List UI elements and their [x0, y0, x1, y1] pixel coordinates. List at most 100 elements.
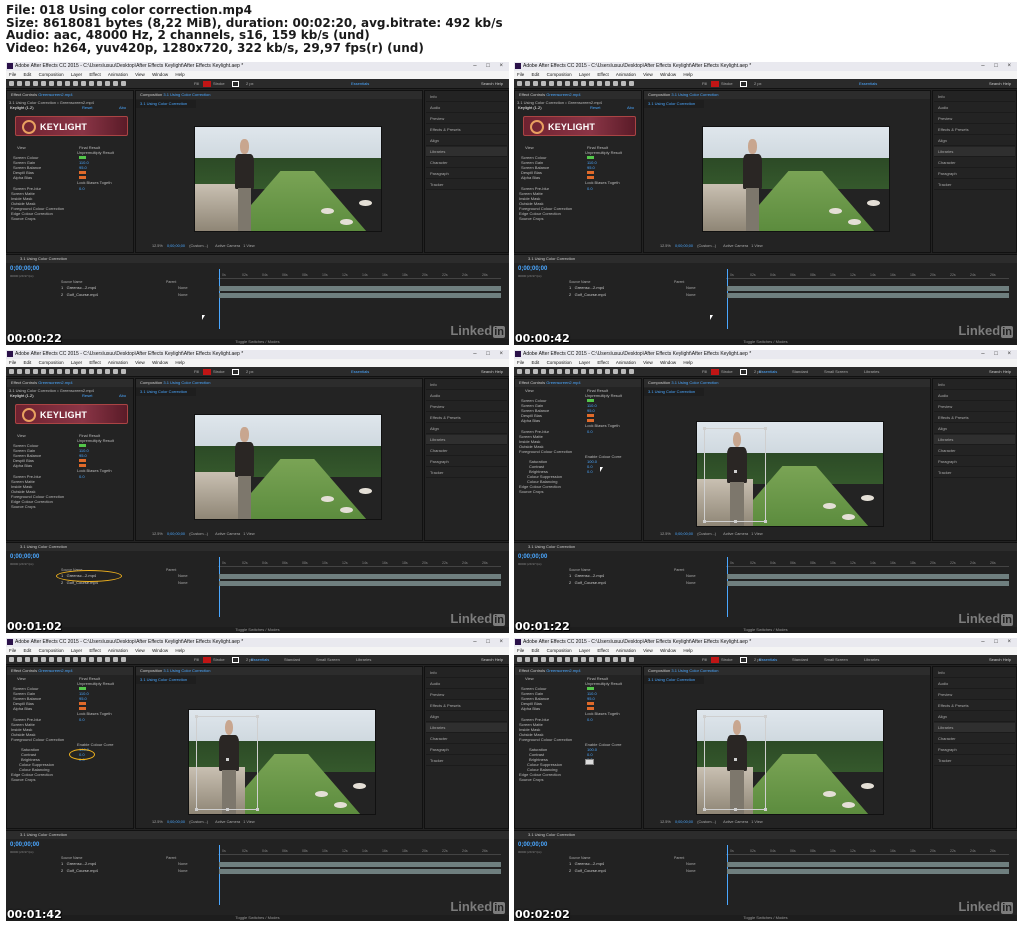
composition-subtab[interactable]: 3.1 Using Color Correction [644, 676, 704, 684]
menu-file[interactable]: File [517, 648, 524, 653]
effect-controls-tab[interactable]: Effect Controls Greenscreen2.mp4 [7, 91, 133, 99]
hand-tool-icon[interactable] [25, 657, 30, 662]
pen-tool-icon[interactable] [581, 369, 586, 374]
panel-tracker[interactable]: Tracker [934, 756, 1015, 766]
menu-animation[interactable]: Animation [616, 648, 636, 653]
menu-composition[interactable]: Composition [547, 648, 572, 653]
eraser-tool-icon[interactable] [613, 369, 618, 374]
layer-2-parent[interactable]: None [686, 580, 696, 586]
workspace-small-screen-ws[interactable]: Small Screen [316, 656, 340, 664]
viewer-timecode[interactable]: 0;00;00;00 [675, 820, 693, 824]
fg-colour-correction-group[interactable]: Foreground Colour Correction [11, 737, 64, 742]
unpremultiply-checkbox[interactable]: Unpremultiply Result [585, 681, 622, 686]
current-time-indicator[interactable] [219, 845, 220, 905]
panel-align[interactable]: Align [426, 136, 507, 146]
video-frame-thumbnail[interactable]: Adobe After Effects CC 2015 - C:\Users\u… [6, 350, 509, 633]
workspace-libraries-ws[interactable]: Libraries [864, 656, 879, 664]
panel-audio[interactable]: Audio [426, 391, 507, 401]
viewer-timecode[interactable]: 0;00;00;00 [675, 532, 693, 536]
resolution-dropdown[interactable]: (Custom...) [189, 532, 208, 536]
rotate-tool-icon[interactable] [549, 657, 554, 662]
menu-help[interactable]: Help [683, 360, 692, 365]
panel-libraries[interactable]: Libraries [934, 435, 1015, 445]
camera-dropdown[interactable]: Active Camera [723, 820, 748, 824]
pen-tool-icon[interactable] [581, 657, 586, 662]
video-frame-thumbnail[interactable]: Adobe After Effects CC 2015 - C:\Users\u… [6, 62, 509, 345]
resolution-dropdown[interactable]: (Custom...) [697, 244, 716, 248]
search-help[interactable]: Search Help [989, 368, 1011, 376]
despill-bias-swatch[interactable] [587, 702, 594, 705]
layer-row-2[interactable]: 2 Golf_Course.mp4 [569, 868, 606, 874]
composition-subtab[interactable]: 3.1 Using Color Correction [644, 100, 704, 108]
zoom-tool-icon[interactable] [33, 81, 38, 86]
bounding-handle[interactable] [703, 807, 707, 811]
fx-keylight-header[interactable]: Keylight (1.2) [518, 105, 542, 110]
panel-libraries[interactable]: Libraries [426, 723, 507, 733]
selection-tool-icon[interactable] [525, 81, 530, 86]
layer-selection-box[interactable] [195, 715, 259, 811]
panel-libraries[interactable]: Libraries [934, 723, 1015, 733]
layer-name[interactable]: Greensc...2.mp4 [575, 861, 605, 866]
bounding-handle[interactable] [733, 807, 737, 811]
current-time-indicator[interactable] [727, 269, 728, 329]
despill-bias-swatch[interactable] [79, 702, 86, 705]
time-ruler[interactable]: 0s 02s 04s 06s 08s 10s 12s 14s 16s 18s 20s 22s 24s 26… [726, 847, 1009, 855]
menu-window[interactable]: Window [660, 72, 676, 77]
puppet-tool-icon[interactable] [121, 657, 126, 662]
resolution-dropdown[interactable]: (Custom...) [697, 820, 716, 824]
camera-tool-icon[interactable] [557, 81, 562, 86]
menu-window[interactable]: Window [152, 72, 168, 77]
roto-brush-tool-icon[interactable] [621, 81, 626, 86]
panel-paragraph[interactable]: Paragraph [934, 169, 1015, 179]
type-tool-icon[interactable] [589, 657, 594, 662]
view-label[interactable]: View [525, 676, 534, 681]
panel-paragraph[interactable]: Paragraph [426, 169, 507, 179]
lock-biases-checkbox[interactable]: Lock Biases Togeth [585, 711, 620, 716]
fx-reset-button[interactable]: Reset [82, 105, 92, 110]
timeline-tab[interactable]: 3.1 Using Color Correction [514, 831, 1017, 839]
screen-preblur-value[interactable]: 0.0 [587, 717, 593, 722]
alpha-bias-swatch[interactable] [587, 707, 594, 710]
panel-preview[interactable]: Preview [426, 402, 507, 412]
menu-effect[interactable]: Effect [89, 72, 100, 77]
eraser-tool-icon[interactable] [105, 369, 110, 374]
menu-file[interactable]: File [517, 360, 524, 365]
bounding-handle[interactable] [255, 807, 259, 811]
source-crops-group[interactable]: Source Crops [519, 489, 543, 494]
view-label[interactable]: View [17, 676, 26, 681]
fill-swatch[interactable] [711, 657, 719, 663]
menu-file[interactable]: File [9, 648, 16, 653]
fx-keylight-header[interactable]: Keylight (1.2) [10, 105, 34, 110]
fg-colour-correction-group[interactable]: Foreground Colour Correction [519, 449, 572, 454]
rotate-tool-icon[interactable] [41, 369, 46, 374]
panel-audio[interactable]: Audio [426, 103, 507, 113]
unpremultiply-checkbox[interactable]: Unpremultiply Result [77, 150, 114, 155]
rectangle-tool-icon[interactable] [573, 369, 578, 374]
composition-viewer[interactable] [194, 414, 382, 520]
menu-layer[interactable]: Layer [579, 72, 590, 77]
current-time-indicator[interactable] [727, 557, 728, 617]
workspace-essentials-ws[interactable]: Essentials [759, 656, 777, 664]
bounding-handle[interactable] [763, 807, 767, 811]
screen-preblur-value[interactable]: 0.0 [587, 429, 593, 434]
workspace-essentials[interactable]: Essentials [351, 368, 369, 376]
stroke-swatch[interactable] [232, 81, 239, 87]
layer-name[interactable]: Greensc...2.mp4 [575, 285, 605, 290]
layer-1-track-bar[interactable] [727, 574, 1009, 579]
panel-preview[interactable]: Preview [934, 690, 1015, 700]
menu-help[interactable]: Help [175, 360, 184, 365]
bounding-handle[interactable] [733, 519, 737, 523]
pen-tool-icon[interactable] [73, 81, 78, 86]
menu-effect[interactable]: Effect [89, 648, 100, 653]
toggle-switches-bar[interactable]: Toggle Switches / Modes [6, 915, 509, 921]
menu-edit[interactable]: Edit [532, 648, 540, 653]
layer-1-parent[interactable]: None [178, 285, 188, 291]
camera-dropdown[interactable]: Active Camera [215, 820, 240, 824]
hand-tool-icon[interactable] [533, 657, 538, 662]
composition-viewer[interactable] [696, 709, 884, 815]
fx-reset-button[interactable]: Reset [590, 105, 600, 110]
home-tool-icon[interactable] [517, 81, 522, 86]
home-tool-icon[interactable] [517, 369, 522, 374]
menu-layer[interactable]: Layer [71, 648, 82, 653]
layer-name[interactable]: Greensc...2.mp4 [575, 573, 605, 578]
